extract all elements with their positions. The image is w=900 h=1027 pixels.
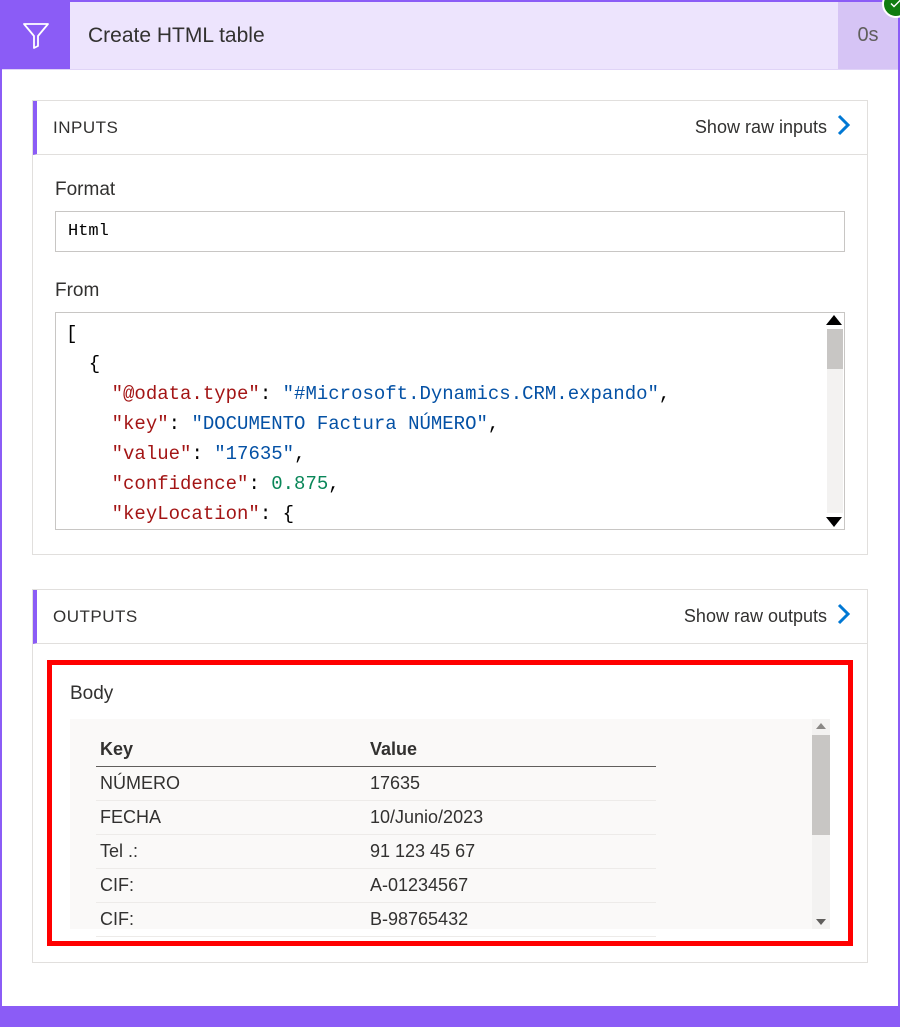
scrollbar-thumb[interactable] xyxy=(827,329,843,369)
inputs-title: INPUTS xyxy=(53,118,118,138)
body-label: Body xyxy=(70,683,830,705)
body-highlight-annotation: Body Key Value NÚMERO17635FECHA10/Junio/… xyxy=(47,660,853,946)
html-output-table: Key Value NÚMERO17635FECHA10/Junio/2023T… xyxy=(96,733,656,937)
filter-icon xyxy=(2,2,70,69)
show-raw-outputs-label: Show raw outputs xyxy=(684,606,827,627)
table-cell-value: 17635 xyxy=(366,767,656,801)
inputs-panel-body: Format Html From [ { "@odata.type": "#Mi… xyxy=(33,155,867,554)
inputs-panel-header: INPUTS Show raw inputs xyxy=(33,101,867,155)
table-row: CIF:A-01234567 xyxy=(96,869,656,903)
from-json-viewer[interactable]: [ { "@odata.type": "#Microsoft.Dynamics.… xyxy=(55,312,845,530)
show-raw-outputs-link[interactable]: Show raw outputs xyxy=(684,603,851,631)
format-value[interactable]: Html xyxy=(55,211,845,252)
table-cell-key: Tel .: xyxy=(96,835,366,869)
table-cell-key: CIF: xyxy=(96,903,366,937)
table-row: Tel .:91 123 45 67 xyxy=(96,835,656,869)
scrollbar-thumb[interactable] xyxy=(812,735,830,835)
scroll-down-icon[interactable] xyxy=(816,919,826,925)
table-header-value: Value xyxy=(366,733,656,767)
table-cell-value: 91 123 45 67 xyxy=(366,835,656,869)
chevron-right-icon xyxy=(837,603,851,631)
table-header-key: Key xyxy=(96,733,366,767)
from-label: From xyxy=(55,280,845,302)
table-cell-key: CIF: xyxy=(96,869,366,903)
table-cell-value: B-98765432 xyxy=(366,903,656,937)
scroll-up-icon[interactable] xyxy=(826,315,842,325)
outputs-title: OUTPUTS xyxy=(53,607,138,627)
table-row: NÚMERO17635 xyxy=(96,767,656,801)
inputs-panel: INPUTS Show raw inputs Format Html From … xyxy=(32,100,868,555)
chevron-right-icon xyxy=(837,114,851,142)
outputs-panel-header: OUTPUTS Show raw outputs xyxy=(33,590,867,644)
table-cell-value: 10/Junio/2023 xyxy=(366,801,656,835)
scroll-down-icon[interactable] xyxy=(826,517,842,527)
table-cell-key: NÚMERO xyxy=(96,767,366,801)
action-card: Create HTML table 0s INPUTS Show raw inp… xyxy=(2,2,898,1006)
table-cell-key: FECHA xyxy=(96,801,366,835)
scroll-up-icon[interactable] xyxy=(816,723,826,729)
format-label: Format xyxy=(55,179,845,201)
outputs-panel-body: Body Key Value NÚMERO17635FECHA10/Junio/… xyxy=(33,644,867,962)
show-raw-inputs-label: Show raw inputs xyxy=(695,117,827,138)
outputs-panel: OUTPUTS Show raw outputs Body xyxy=(32,589,868,963)
table-cell-value: A-01234567 xyxy=(366,869,656,903)
action-title: Create HTML table xyxy=(70,2,838,69)
table-row: FECHA10/Junio/2023 xyxy=(96,801,656,835)
body-content-viewer[interactable]: Key Value NÚMERO17635FECHA10/Junio/2023T… xyxy=(70,719,830,929)
card-header[interactable]: Create HTML table 0s xyxy=(2,2,898,70)
show-raw-inputs-link[interactable]: Show raw inputs xyxy=(695,114,851,142)
card-content: INPUTS Show raw inputs Format Html From … xyxy=(2,70,898,1027)
table-row: CIF:B-98765432 xyxy=(96,903,656,937)
